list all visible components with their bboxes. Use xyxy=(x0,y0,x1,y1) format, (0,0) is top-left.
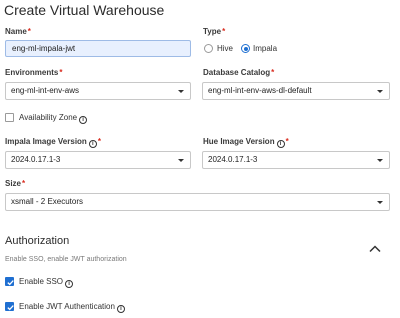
size-select[interactable]: xsmall - 2 Executors xyxy=(5,193,390,211)
size-label: Size* xyxy=(5,179,25,188)
checkmark-icon xyxy=(7,305,14,311)
database-catalog-label: Database Catalog* xyxy=(203,68,274,77)
required-marker: * xyxy=(285,137,289,146)
database-catalog-label-text: Database Catalog xyxy=(203,68,271,77)
required-marker: * xyxy=(271,68,275,77)
authorization-title: Authorization xyxy=(5,235,70,247)
impala-image-version-label-text: Impala Image Version xyxy=(5,137,87,146)
hue-image-version-label-text: Hue Image Version xyxy=(203,137,275,146)
type-label-text: Type xyxy=(203,27,222,36)
info-icon[interactable]: i xyxy=(79,116,88,124)
required-marker: * xyxy=(97,137,101,146)
required-marker: * xyxy=(22,179,26,188)
authorization-subtitle: Enable SSO, enable JWT authorization xyxy=(5,256,127,263)
chevron-down-icon xyxy=(178,90,184,93)
name-label: Name* xyxy=(5,27,31,36)
chevron-down-icon xyxy=(377,201,383,204)
enable-sso-label-text: Enable SSO xyxy=(19,277,64,286)
database-catalog-select-value: eng-ml-int-env-aws-dl-default xyxy=(208,86,312,95)
enable-jwt-label-text: Enable JWT Authentication xyxy=(19,302,115,311)
availability-zone-label: Availability Zone i xyxy=(19,113,88,124)
enable-sso-label: Enable SSO i xyxy=(19,277,74,288)
info-icon[interactable]: i xyxy=(276,140,285,148)
page-title: Create Virtual Warehouse xyxy=(4,2,165,18)
impala-image-version-label: Impala Image Version i * xyxy=(5,137,101,148)
size-label-text: Size xyxy=(5,179,22,188)
required-marker: * xyxy=(222,27,226,36)
chevron-down-icon xyxy=(178,159,184,162)
name-input[interactable]: eng-ml-impala-jwt xyxy=(5,40,191,57)
chevron-down-icon xyxy=(377,90,383,93)
info-icon[interactable]: i xyxy=(116,305,125,313)
chevron-up-icon[interactable] xyxy=(368,241,382,253)
availability-zone-checkbox[interactable] xyxy=(5,113,14,122)
info-icon[interactable]: i xyxy=(65,280,74,288)
environments-select-value: eng-ml-int-env-aws xyxy=(11,86,80,95)
type-radio-hive[interactable] xyxy=(204,44,213,53)
enable-sso-checkbox[interactable] xyxy=(5,277,14,286)
environments-label-text: Environments xyxy=(5,68,59,77)
name-label-text: Name xyxy=(5,27,27,36)
required-marker: * xyxy=(27,27,31,36)
type-label: Type* xyxy=(203,27,225,36)
database-catalog-select[interactable]: eng-ml-int-env-aws-dl-default xyxy=(202,82,390,100)
hue-image-version-select[interactable]: 2024.0.17.1-3 xyxy=(202,151,390,169)
type-radio-impala[interactable] xyxy=(241,44,250,53)
size-select-value: xsmall - 2 Executors xyxy=(11,197,84,206)
required-marker: * xyxy=(59,68,63,77)
environments-label: Environments* xyxy=(5,68,62,77)
availability-zone-label-text: Availability Zone xyxy=(19,113,78,122)
impala-image-version-select-value: 2024.0.17.1-3 xyxy=(11,155,61,164)
enable-jwt-checkbox[interactable] xyxy=(5,302,14,311)
chevron-down-icon xyxy=(377,159,383,162)
impala-image-version-select[interactable]: 2024.0.17.1-3 xyxy=(5,151,191,169)
type-option-impala-label: Impala xyxy=(253,44,278,53)
name-input-value: eng-ml-impala-jwt xyxy=(12,44,76,53)
type-option-hive-label: Hive xyxy=(217,44,234,53)
hue-image-version-select-value: 2024.0.17.1-3 xyxy=(208,155,258,164)
environments-select[interactable]: eng-ml-int-env-aws xyxy=(5,82,191,100)
hue-image-version-label: Hue Image Version i * xyxy=(203,137,289,148)
info-icon[interactable]: i xyxy=(88,140,97,148)
checkmark-icon xyxy=(7,280,14,286)
enable-jwt-label: Enable JWT Authentication i xyxy=(19,302,125,313)
